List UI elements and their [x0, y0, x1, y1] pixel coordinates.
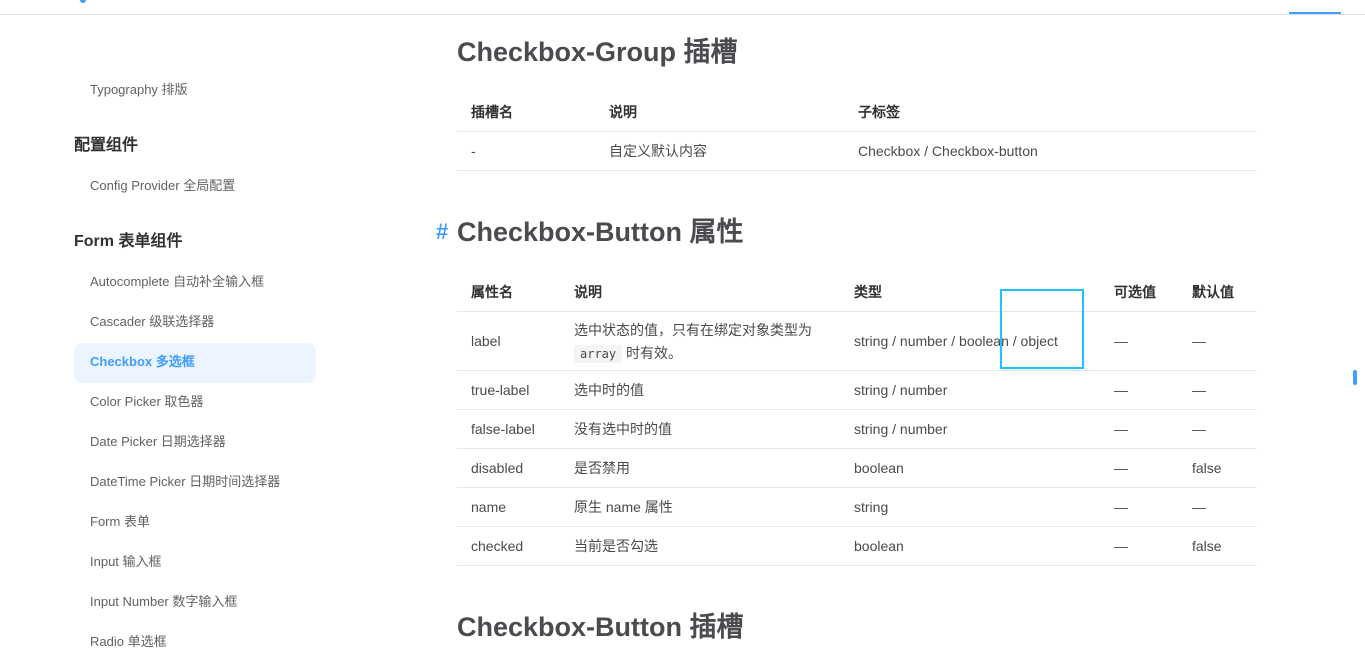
cell-options: — [1100, 526, 1178, 566]
cell-type: string [840, 487, 1100, 527]
cell-type: string / number [840, 370, 1100, 410]
sidebar-group-config: 配置组件 [74, 137, 139, 154]
column-header: 默认值 [1178, 273, 1257, 312]
column-header: 插槽名 [457, 93, 595, 132]
logo-dot-icon [80, 0, 86, 3]
column-header: 说明 [560, 273, 840, 312]
cell-description: 是否禁用 [560, 448, 840, 488]
sidebar-item-input[interactable]: Input 输入框 [90, 553, 162, 571]
cell-type: boolean [840, 526, 1100, 566]
inline-code: array [574, 344, 623, 363]
cell-default: — [1178, 409, 1257, 449]
section-title-checkbox-button-slots: Checkbox-Button 插槽 [457, 612, 744, 642]
section-title-checkbox-button-attributes: Checkbox-Button 属性 [457, 217, 744, 247]
table-row: disabled 是否禁用 boolean — false [457, 448, 1257, 488]
sidebar-item-input-number[interactable]: Input Number 数字输入框 [90, 593, 237, 611]
table-row: label 选中状态的值，只有在绑定对象类型为 array 时有效。 strin… [457, 311, 1257, 371]
cell-attr-name: disabled [457, 448, 560, 488]
sidebar-item-color-picker[interactable]: Color Picker 取色器 [90, 393, 203, 411]
sidebar-item-datetime-picker[interactable]: DateTime Picker 日期时间选择器 [90, 473, 280, 491]
table-row: - 自定义默认内容 Checkbox / Checkbox-button [457, 131, 1257, 171]
sidebar-group-form: Form 表单组件 [74, 233, 183, 250]
column-header: 可选值 [1100, 273, 1178, 312]
description-line: array 时有效。 [574, 343, 826, 363]
description-line: 选中状态的值，只有在绑定对象类型为 [574, 321, 812, 338]
cell-attr-name: label [457, 311, 560, 371]
section-title-checkbox-group-slots: Checkbox-Group 插槽 [457, 37, 738, 67]
cell-options: — [1100, 487, 1178, 527]
scroll-position-indicator[interactable] [1353, 370, 1357, 385]
cell-options: — [1100, 409, 1178, 449]
table-header-row: 插槽名 说明 子标签 [457, 93, 1257, 132]
cell-child-tags: Checkbox / Checkbox-button [844, 131, 1257, 171]
table-header-row: 属性名 说明 类型 可选值 默认值 [457, 273, 1257, 312]
cell-description: 自定义默认内容 [595, 131, 844, 171]
cell-default: — [1178, 311, 1257, 371]
cell-attr-name: false-label [457, 409, 560, 449]
cell-default: false [1178, 526, 1257, 566]
checkbox-group-slots-table: 插槽名 说明 子标签 - 自定义默认内容 Checkbox / Checkbox… [457, 93, 1257, 171]
cell-description: 原生 name 属性 [560, 487, 840, 527]
sidebar-item-config-provider[interactable]: Config Provider 全局配置 [90, 177, 235, 195]
table-row: false-label 没有选中时的值 string / number — — [457, 409, 1257, 449]
sidebar-item-radio[interactable]: Radio 单选框 [90, 633, 167, 651]
cell-attr-name: true-label [457, 370, 560, 410]
cell-type: boolean [840, 448, 1100, 488]
column-header: 说明 [595, 93, 844, 132]
heading-anchor-link[interactable]: # [436, 215, 448, 249]
cell-description: 没有选中时的值 [560, 409, 840, 449]
sidebar-item-form[interactable]: Form 表单 [90, 513, 150, 531]
cell-description: 选中时的值 [560, 370, 840, 410]
column-header: 属性名 [457, 273, 560, 312]
sidebar-item-checkbox-label[interactable]: Checkbox 多选框 [90, 353, 195, 371]
checkbox-button-attributes-table: 属性名 说明 类型 可选值 默认值 label 选中状态的值，只有在绑定对象类型… [457, 273, 1257, 566]
cell-options: — [1100, 370, 1178, 410]
sidebar-item-date-picker[interactable]: Date Picker 日期选择器 [90, 433, 226, 451]
main-content: Checkbox-Group 插槽 插槽名 说明 子标签 - 自定义默认内容 C… [430, 14, 1330, 642]
sidebar-nav: Typography 排版 配置组件 Config Provider 全局配置 … [0, 14, 330, 649]
table-row: true-label 选中时的值 string / number — — [457, 370, 1257, 410]
cell-default: false [1178, 448, 1257, 488]
table-row: name 原生 name 属性 string — — [457, 487, 1257, 527]
sidebar-item-cascader[interactable]: Cascader 级联选择器 [90, 313, 214, 331]
cell-description: 当前是否勾选 [560, 526, 840, 566]
selection-highlight-box [1000, 289, 1084, 369]
top-navbar [0, 0, 1365, 15]
cell-description: 选中状态的值，只有在绑定对象类型为 array 时有效。 [560, 311, 840, 371]
sidebar-item-typography[interactable]: Typography 排版 [90, 81, 188, 99]
cell-default: — [1178, 370, 1257, 410]
table-row: checked 当前是否勾选 boolean — false [457, 526, 1257, 566]
sidebar-item-autocomplete[interactable]: Autocomplete 自动补全输入框 [90, 273, 264, 291]
cell-slot-name: - [457, 131, 595, 171]
cell-options: — [1100, 311, 1178, 371]
cell-attr-name: checked [457, 526, 560, 566]
cell-type: string / number [840, 409, 1100, 449]
column-header: 子标签 [844, 93, 1257, 132]
description-text: 时有效。 [626, 344, 683, 361]
cell-options: — [1100, 448, 1178, 488]
cell-default: — [1178, 487, 1257, 527]
cell-attr-name: name [457, 487, 560, 527]
